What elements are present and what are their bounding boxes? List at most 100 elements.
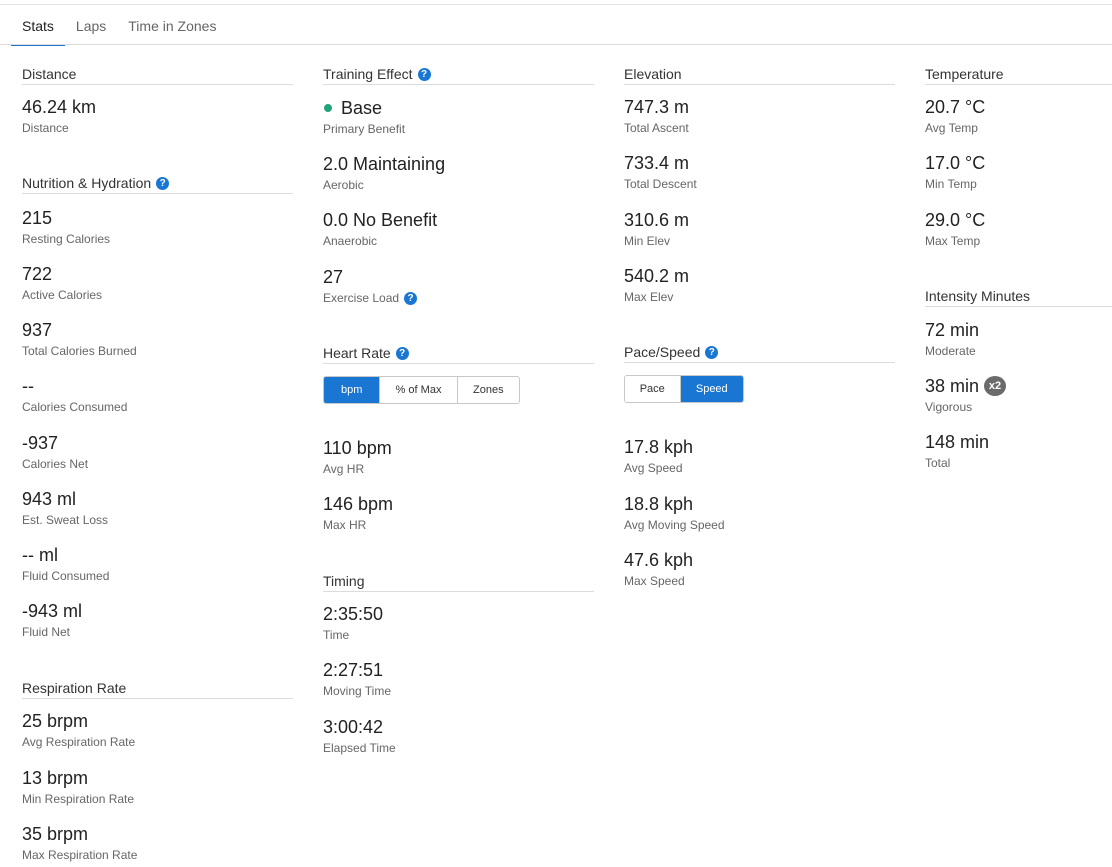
stat-value: -- (22, 376, 34, 396)
heart-rate-section-title: Heart Rate ? (323, 346, 594, 364)
stat-fluid-consumed: -- ml Fluid Consumed (22, 545, 109, 583)
stat-label: Avg Respiration Rate (22, 735, 136, 749)
elevation-section-title: Elevation (624, 67, 895, 85)
stat-label: Exercise Load (323, 291, 400, 305)
stat-label: Total (925, 456, 951, 470)
stat-value: 13 brpm (22, 768, 89, 788)
stat-label: Vigorous (925, 400, 973, 414)
stat-label: Max Respiration Rate (22, 848, 138, 862)
stat-value: 110 bpm (323, 438, 392, 458)
stat-label: Distance (22, 121, 69, 135)
stat-vigorous-minutes: 38 min x2 Vigorous (925, 376, 1007, 414)
stat-aerobic: 2.0 Maintaining Aerobic (323, 154, 445, 192)
stat-max-speed: 47.6 kph Max Speed (624, 550, 693, 588)
tab-stats[interactable]: Stats (11, 13, 65, 46)
stat-label: Max HR (323, 518, 367, 532)
stat-value: 38 min (925, 376, 980, 396)
stat-max-hr: 146 bpm Max HR (323, 494, 393, 532)
stat-min-temp: 17.0 °C Min Temp (925, 153, 985, 191)
stat-value: 2:27:51 (323, 660, 384, 680)
hr-percent-max-button[interactable]: % of Max (379, 377, 457, 403)
stat-value: 27 (323, 267, 344, 287)
stat-label: Fluid Net (22, 625, 71, 639)
stat-label: Active Calories (22, 288, 103, 302)
stat-active-calories: 722 Active Calories (22, 264, 102, 302)
tab-laps[interactable]: Laps (76, 13, 106, 44)
stat-avg-moving-speed: 18.8 kph Avg Moving Speed (624, 494, 725, 532)
stat-label: Avg Temp (925, 121, 978, 135)
stat-value: 0.0 No Benefit (323, 210, 438, 230)
stat-value: 46.24 km (22, 97, 97, 117)
stat-max-temp: 29.0 °C Max Temp (925, 210, 985, 248)
pace-speed-section-title: Pace/Speed ? (624, 345, 895, 363)
stat-value: 943 ml (22, 489, 77, 509)
stat-label: Moderate (925, 344, 976, 358)
training-effect-section-title: Training Effect ? (323, 67, 594, 85)
stat-moderate-minutes: 72 min Moderate (925, 320, 979, 358)
help-icon[interactable]: ? (417, 68, 431, 81)
stat-value: 3:00:42 (323, 717, 384, 737)
stat-value: 35 brpm (22, 824, 89, 844)
stat-value: 47.6 kph (624, 550, 694, 570)
stat-avg-speed: 17.8 kph Avg Speed (624, 437, 693, 475)
stat-label: Min Temp (925, 177, 977, 191)
help-icon[interactable]: ? (156, 177, 170, 190)
stat-label: Avg HR (323, 462, 365, 476)
tab-time-in-zones[interactable]: Time in Zones (128, 13, 216, 44)
top-divider (0, 4, 1112, 5)
stat-value: Base (341, 98, 383, 118)
pace-button[interactable]: Pace (625, 376, 680, 402)
stat-value: 29.0 °C (925, 210, 986, 230)
stat-value: 733.4 m (624, 153, 690, 173)
stat-value: 540.2 m (624, 266, 690, 286)
multiplier-badge: x2 (984, 376, 1007, 396)
nutrition-section-title: Nutrition & Hydration ? (22, 176, 293, 194)
stat-label: Total Descent (624, 177, 697, 191)
stat-avg-respiration: 25 brpm Avg Respiration Rate (22, 711, 135, 749)
stat-label: Max Elev (624, 290, 674, 304)
hr-bpm-button[interactable]: bpm (324, 377, 380, 403)
stat-label: Min Respiration Rate (22, 792, 135, 806)
stat-label: Moving Time (323, 684, 392, 698)
stat-label: Anaerobic (323, 234, 378, 248)
stat-anaerobic: 0.0 No Benefit Anaerobic (323, 210, 437, 248)
stat-label: Primary Benefit (323, 122, 406, 136)
stat-total-ascent: 747.3 m Total Ascent (624, 97, 689, 135)
stat-value: 2:35:50 (323, 604, 384, 624)
stat-label: Max Temp (925, 234, 981, 248)
stat-total-minutes: 148 min Total (925, 432, 989, 470)
stat-label: Total Ascent (624, 121, 689, 135)
stat-value: -943 ml (22, 601, 83, 621)
stat-min-respiration: 13 brpm Min Respiration Rate (22, 768, 134, 806)
stat-total-descent: 733.4 m Total Descent (624, 153, 697, 191)
stat-value: 148 min (925, 432, 990, 452)
stat-value: 2.0 Maintaining (323, 154, 446, 174)
speed-button[interactable]: Speed (679, 376, 743, 402)
stat-value: 18.8 kph (624, 494, 694, 514)
stat-value: -- ml (22, 545, 58, 565)
stat-label: Calories Consumed (22, 400, 128, 414)
stat-avg-temp: 20.7 °C Avg Temp (925, 97, 985, 135)
hr-zones-button[interactable]: Zones (456, 377, 519, 403)
stat-max-respiration: 35 brpm Max Respiration Rate (22, 824, 137, 862)
stat-avg-hr: 110 bpm Avg HR (323, 438, 392, 476)
heart-rate-unit-toggle: bpm % of Max Zones (323, 376, 520, 404)
respiration-section-title: Respiration Rate (22, 681, 293, 699)
stat-calories-consumed: -- Calories Consumed (22, 376, 127, 414)
stat-exercise-load: 27 Exercise Load? (323, 267, 418, 305)
stat-value: 17.0 °C (925, 153, 986, 173)
help-icon[interactable]: ? (705, 346, 719, 359)
help-icon[interactable]: ? (404, 292, 418, 305)
stat-distance: 46.24 km Distance (22, 97, 96, 135)
stat-value: 722 (22, 264, 53, 284)
help-icon[interactable]: ? (395, 347, 409, 360)
tabs-divider (0, 44, 1112, 45)
stat-elapsed-time: 3:00:42 Elapsed Time (323, 717, 396, 755)
stat-label: Time (323, 628, 350, 642)
stat-label: Max Speed (624, 574, 685, 588)
stat-min-elev: 310.6 m Min Elev (624, 210, 689, 248)
stat-label: Est. Sweat Loss (22, 513, 109, 527)
stat-value: -937 (22, 433, 59, 453)
stat-label: Total Calories Burned (22, 344, 137, 358)
stat-label: Calories Net (22, 457, 89, 471)
